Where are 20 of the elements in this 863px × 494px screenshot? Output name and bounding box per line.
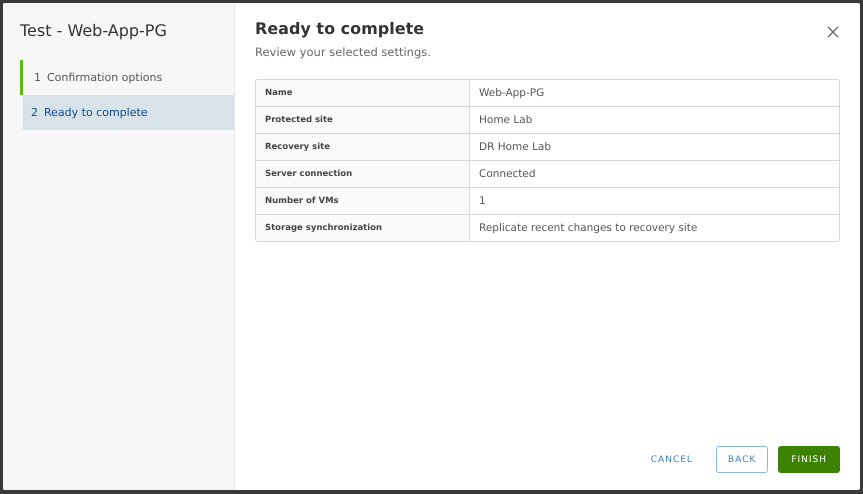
setting-label: Protected site [256, 107, 470, 134]
setting-label: Number of VMs [256, 188, 470, 215]
back-button[interactable]: BACK [716, 446, 768, 473]
finish-button[interactable]: FINISH [778, 446, 840, 473]
setting-label: Server connection [256, 161, 470, 188]
page-subtitle: Review your selected settings. [255, 45, 432, 59]
setting-label: Recovery site [256, 134, 470, 161]
setting-value: Replicate recent changes to recovery site [478, 221, 698, 236]
setting-value: DR Home Lab [470, 134, 839, 161]
close-icon[interactable] [826, 25, 840, 39]
wizard-title: Test - Web-App-PG [20, 21, 168, 40]
setting-value: Connected [470, 161, 839, 188]
setting-label: Name [256, 80, 470, 107]
setting-label: Storage synchronization [256, 215, 470, 241]
setting-value: 1 [470, 188, 839, 215]
setting-value: Web-App-PG [470, 80, 839, 107]
cancel-link[interactable]: CANCEL [638, 446, 706, 473]
setting-value: Home Lab [470, 107, 839, 134]
wizard-step[interactable]: 2 Ready to complete [23, 95, 234, 130]
page-title: Ready to complete [255, 19, 424, 38]
